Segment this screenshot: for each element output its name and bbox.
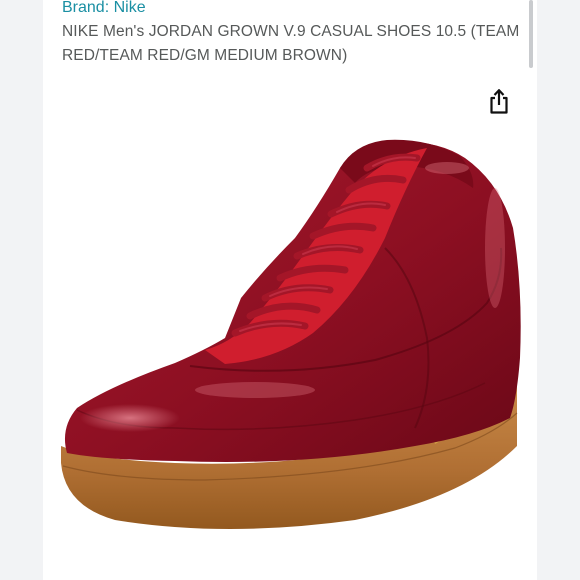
share-button[interactable]	[485, 86, 513, 116]
brand-link[interactable]: Brand: Nike	[62, 0, 146, 19]
product-image[interactable]	[55, 128, 527, 558]
share-icon	[490, 89, 508, 114]
scrollbar[interactable]	[529, 0, 533, 68]
product-title: NIKE Men's JORDAN GROWN V.9 CASUAL SHOES…	[62, 23, 520, 64]
